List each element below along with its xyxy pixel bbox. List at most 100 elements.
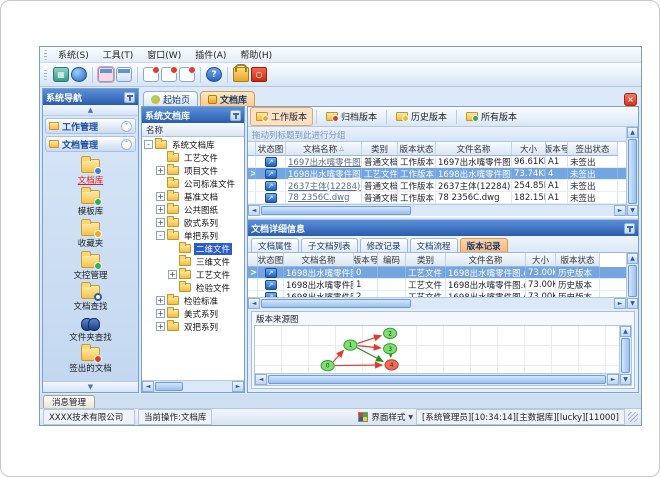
tree-node[interactable]: 工艺文件 xyxy=(142,151,244,164)
tree-node[interactable]: + 基准文档 xyxy=(142,190,244,203)
version-node-4[interactable]: 4 xyxy=(384,359,399,371)
scroll-thumb[interactable] xyxy=(628,265,637,297)
window-icon[interactable] xyxy=(97,66,115,83)
layout-icon[interactable] xyxy=(53,67,69,82)
column-header[interactable]: 大小 xyxy=(526,253,556,267)
detail-tab-版本记录[interactable]: 版本记录 xyxy=(459,238,508,252)
close-icon[interactable]: × xyxy=(624,93,637,106)
expander-icon[interactable]: + xyxy=(156,166,165,175)
sidebar-item[interactable]: 文档库 xyxy=(78,155,103,186)
scroll-down-icon[interactable]: ▼ xyxy=(620,374,631,385)
pin-icon[interactable] xyxy=(124,91,135,103)
help-icon[interactable] xyxy=(206,67,222,82)
expander-icon[interactable]: + xyxy=(156,205,165,214)
tree-hscrollbar[interactable]: ◄ ► xyxy=(142,380,244,392)
scroll-right-icon[interactable]: ► xyxy=(607,374,619,385)
menu-item[interactable]: 帮助(H) xyxy=(233,47,279,62)
column-header[interactable]: 大小 xyxy=(512,142,546,156)
sidebar-item[interactable]: 文控管理 xyxy=(73,250,108,281)
interface-style-icon[interactable] xyxy=(358,412,369,422)
document-link[interactable]: 2637主体(12284).dwg xyxy=(288,180,361,192)
detail-tab-文档属性[interactable]: 文档属性 xyxy=(251,238,300,252)
document-link[interactable]: 1698出水嘴零件图.dwg xyxy=(288,168,361,180)
sidebar-item[interactable]: 收藏夹 xyxy=(78,218,103,249)
column-header[interactable]: 文件名称 xyxy=(446,253,526,267)
menubar-grip[interactable] xyxy=(44,49,47,60)
column-header[interactable]: 版本状态 xyxy=(556,253,600,267)
grid2-vscrollbar[interactable]: ▲ ▼ xyxy=(626,253,638,309)
scroll-left-icon[interactable]: ◄ xyxy=(248,298,260,309)
menu-item[interactable]: 工具(T) xyxy=(96,47,141,62)
version-graph[interactable]: 0 1 2 3 4 xyxy=(255,326,619,373)
tree-node[interactable]: 检验文件 xyxy=(142,281,244,294)
sidebar-item[interactable]: 模板库 xyxy=(78,187,103,217)
window-grid-icon[interactable] xyxy=(116,67,132,82)
tree-node[interactable]: + 项目文件 xyxy=(142,164,244,177)
tree-node[interactable]: + 检验标准 xyxy=(142,294,244,307)
doc-close-icon[interactable] xyxy=(143,66,160,82)
scroll-right-icon[interactable]: ► xyxy=(614,298,626,309)
tree-node[interactable]: - 单把系列 xyxy=(142,229,244,242)
grid1-vscrollbar[interactable]: ▲ ▼ xyxy=(626,127,638,216)
sidebar-item[interactable]: 文档查找 xyxy=(73,282,108,312)
chevron-icon[interactable]: ˆ xyxy=(121,138,132,150)
group-by-hint[interactable]: 拖动列标题到此进行分组 xyxy=(248,127,626,142)
version-node-2[interactable]: 2 xyxy=(383,327,398,339)
tree-node[interactable]: - 系统文档库 xyxy=(142,138,244,151)
scroll-left-icon[interactable]: ◄ xyxy=(248,205,260,216)
tree-column-header[interactable]: 名称 xyxy=(142,123,244,137)
tree-node[interactable]: 三维文件 xyxy=(142,255,244,268)
pin-icon[interactable] xyxy=(624,222,635,234)
table-row[interactable]: >↗1698出水嘴零件图.dwg工艺文件工作版本1698出水嘴零件图.dwg73… xyxy=(248,168,626,180)
table-row[interactable]: ↗1698出水嘴零件图.dwg1工艺文件1698出水嘴零件图.dwg73.00K… xyxy=(248,279,626,291)
tab-起始页[interactable]: 起始页 xyxy=(143,91,199,106)
scroll-left-icon[interactable]: ◄ xyxy=(142,381,154,392)
version-button[interactable]: 历史版本 xyxy=(391,108,452,125)
column-header[interactable]: 状态图 xyxy=(258,253,284,267)
column-header[interactable]: 类别 xyxy=(362,142,398,156)
scroll-thumb[interactable] xyxy=(261,206,411,215)
expander-icon[interactable]: + xyxy=(156,218,165,227)
scroll-thumb[interactable] xyxy=(268,375,606,384)
graph-hscrollbar[interactable]: ◄ ► xyxy=(255,373,619,385)
expander-icon[interactable]: - xyxy=(144,140,153,149)
tree-node[interactable]: + 工艺文件 xyxy=(142,268,244,281)
chevron-down-icon[interactable]: ▼ xyxy=(408,414,413,421)
scroll-up-icon[interactable]: ▲ xyxy=(627,253,638,264)
tree-node[interactable]: + 双把系列 xyxy=(142,320,244,333)
grid1-hscrollbar[interactable]: ◄ ► xyxy=(248,204,626,216)
table-row[interactable]: ↗2637主体(12284).dwg普通文档工作版本2637主体(12284).… xyxy=(248,180,626,192)
scroll-thumb[interactable] xyxy=(155,382,183,391)
detail-tab-子文档列表[interactable]: 子文档列表 xyxy=(301,238,358,252)
graph-vscrollbar[interactable]: ▲ ▼ xyxy=(619,326,631,385)
column-header[interactable]: 文件名称 xyxy=(436,142,512,156)
menu-item[interactable]: 系统(S) xyxy=(51,47,96,62)
sidebar-item[interactable]: 文件夹查找 xyxy=(69,317,112,343)
interface-style-label[interactable]: 界面样式 xyxy=(371,411,405,423)
scroll-left-icon[interactable]: ◄ xyxy=(255,374,267,385)
scroll-thumb[interactable] xyxy=(628,139,637,204)
version-node-0[interactable]: 0 xyxy=(320,360,335,372)
version-button[interactable]: 所有版本 xyxy=(461,108,522,125)
expander-icon[interactable]: + xyxy=(156,322,165,331)
tree-node[interactable]: 公司标准文件 xyxy=(142,177,244,190)
version-node-1[interactable]: 1 xyxy=(343,339,358,351)
chevron-icon[interactable]: ˅ xyxy=(121,120,132,132)
doc-badge-icon[interactable] xyxy=(161,66,178,82)
detail-tab-文档流程[interactable]: 文档流程 xyxy=(409,238,458,252)
expander-icon[interactable]: - xyxy=(156,231,165,240)
sidebar-group-work[interactable]: 工作管理 ˅ xyxy=(45,118,136,134)
pin-icon[interactable] xyxy=(230,109,241,121)
column-header[interactable]: 文档名称 xyxy=(284,253,354,267)
tree-node[interactable]: + 欧式系列 xyxy=(142,216,244,229)
power-icon[interactable] xyxy=(251,67,267,82)
tab-文档库[interactable]: 文档库 xyxy=(200,91,256,106)
scroll-down-icon[interactable]: ▼ xyxy=(627,205,638,216)
toolbar-grip[interactable] xyxy=(44,69,47,80)
scroll-thumb[interactable] xyxy=(261,299,411,308)
scroll-up-icon[interactable]: ▲ xyxy=(627,127,638,138)
sidebar-scroll-down[interactable]: ▼ xyxy=(43,381,138,392)
table-row[interactable]: ↗78 2356C.dwg普通文档工作版本78 2356C.dwg182.15K… xyxy=(248,192,626,204)
menu-item[interactable]: 插件(A) xyxy=(188,47,233,62)
column-header[interactable]: 类别 xyxy=(406,253,446,267)
